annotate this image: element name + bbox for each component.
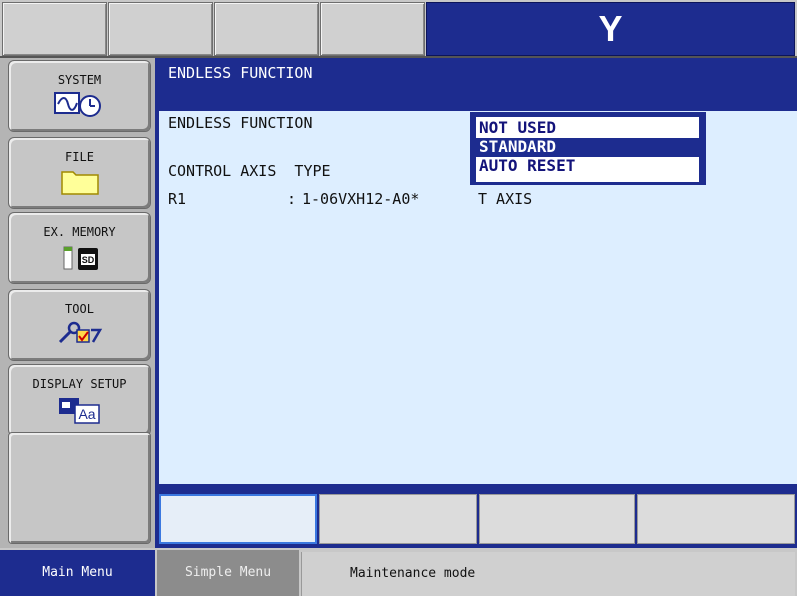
separator: :: [287, 190, 297, 208]
menu-ex-memory-button[interactable]: EX. MEMORY SD: [8, 212, 151, 284]
function-key-3[interactable]: [479, 494, 635, 544]
column-header: CONTROL AXIS TYPE: [168, 162, 331, 180]
logo-area: Y: [426, 2, 795, 56]
display-font-icon: Aa: [9, 395, 150, 424]
menu-empty-slot: [8, 432, 151, 544]
option-not-used[interactable]: NOT USED: [476, 119, 699, 138]
main-menu-button[interactable]: Main Menu: [0, 550, 155, 596]
top-button-3[interactable]: [214, 2, 319, 56]
brand-logo: Y: [598, 8, 623, 49]
aa-badge: Aa: [78, 406, 95, 422]
simple-menu-button[interactable]: Simple Menu: [157, 550, 299, 596]
dropdown-list: NOT USED STANDARD AUTO RESET: [476, 117, 699, 182]
function-key-4[interactable]: [637, 494, 795, 544]
sd-badge: SD: [81, 255, 94, 265]
function-key-1[interactable]: [159, 494, 317, 544]
axis-cell: R1: [168, 190, 187, 208]
sd-card-icon: SD: [9, 243, 150, 270]
function-key-2[interactable]: [319, 494, 477, 544]
status-text: Maintenance mode: [350, 566, 476, 581]
menu-display-setup-button[interactable]: DISPLAY SETUP Aa: [8, 364, 151, 436]
endless-function-label: ENDLESS FUNCTION: [168, 114, 313, 132]
menu-ex-memory-label: EX. MEMORY: [43, 225, 116, 239]
menu-system-label: SYSTEM: [57, 73, 102, 87]
top-button-1[interactable]: [2, 2, 107, 56]
menu-tool-label: TOOL: [65, 302, 94, 316]
folder-icon: [9, 168, 150, 195]
menu-display-setup-label: DISPLAY SETUP: [32, 377, 127, 391]
menu-tool-button[interactable]: TOOL: [8, 289, 151, 361]
axis-name-cell[interactable]: T AXIS: [478, 190, 532, 208]
top-button-4[interactable]: [320, 2, 425, 56]
option-standard[interactable]: STANDARD: [476, 138, 699, 157]
top-button-2[interactable]: [108, 2, 213, 56]
system-wave-clock-icon: [9, 91, 150, 117]
menu-file-label: FILE: [65, 150, 94, 164]
menu-file-button[interactable]: FILE: [8, 137, 151, 209]
menu-system-button[interactable]: SYSTEM: [8, 60, 151, 132]
tool-check-icon: [9, 320, 150, 346]
page-title: ENDLESS FUNCTION: [168, 64, 313, 82]
option-auto-reset[interactable]: AUTO RESET: [476, 157, 699, 176]
type-cell[interactable]: 1-06VXH12-A0*: [302, 190, 419, 208]
